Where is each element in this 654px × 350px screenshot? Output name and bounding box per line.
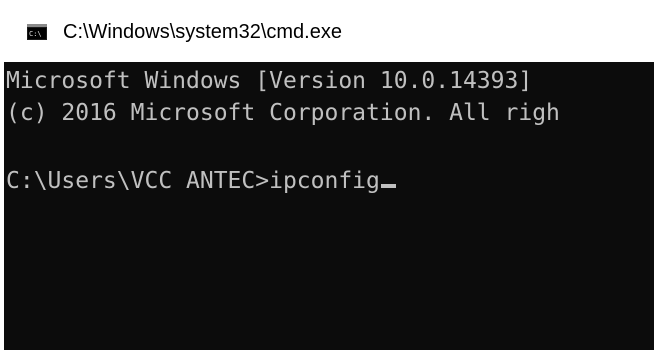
window-title: C:\Windows\system32\cmd.exe <box>63 21 342 43</box>
text-cursor <box>380 184 396 188</box>
cmd-window: C:\ C:\Windows\system32\cmd.exe Microsof… <box>0 0 654 350</box>
console-line-version: Microsoft Windows [Version 10.0.14393] <box>6 68 533 94</box>
title-bar[interactable]: C:\ C:\Windows\system32\cmd.exe <box>0 0 654 62</box>
cmd-icon: C:\ <box>27 24 47 40</box>
console-prompt-line[interactable]: C:\Users\VCC ANTEC>ipconfig <box>6 166 396 196</box>
svg-text:C:\: C:\ <box>29 30 42 38</box>
console-prompt-text: C:\Users\VCC ANTEC>ipconfig <box>6 168 380 194</box>
console-line-copyright: (c) 2016 Microsoft Corporation. All righ <box>6 100 560 126</box>
console-area[interactable]: Microsoft Windows [Version 10.0.14393] (… <box>4 62 654 350</box>
